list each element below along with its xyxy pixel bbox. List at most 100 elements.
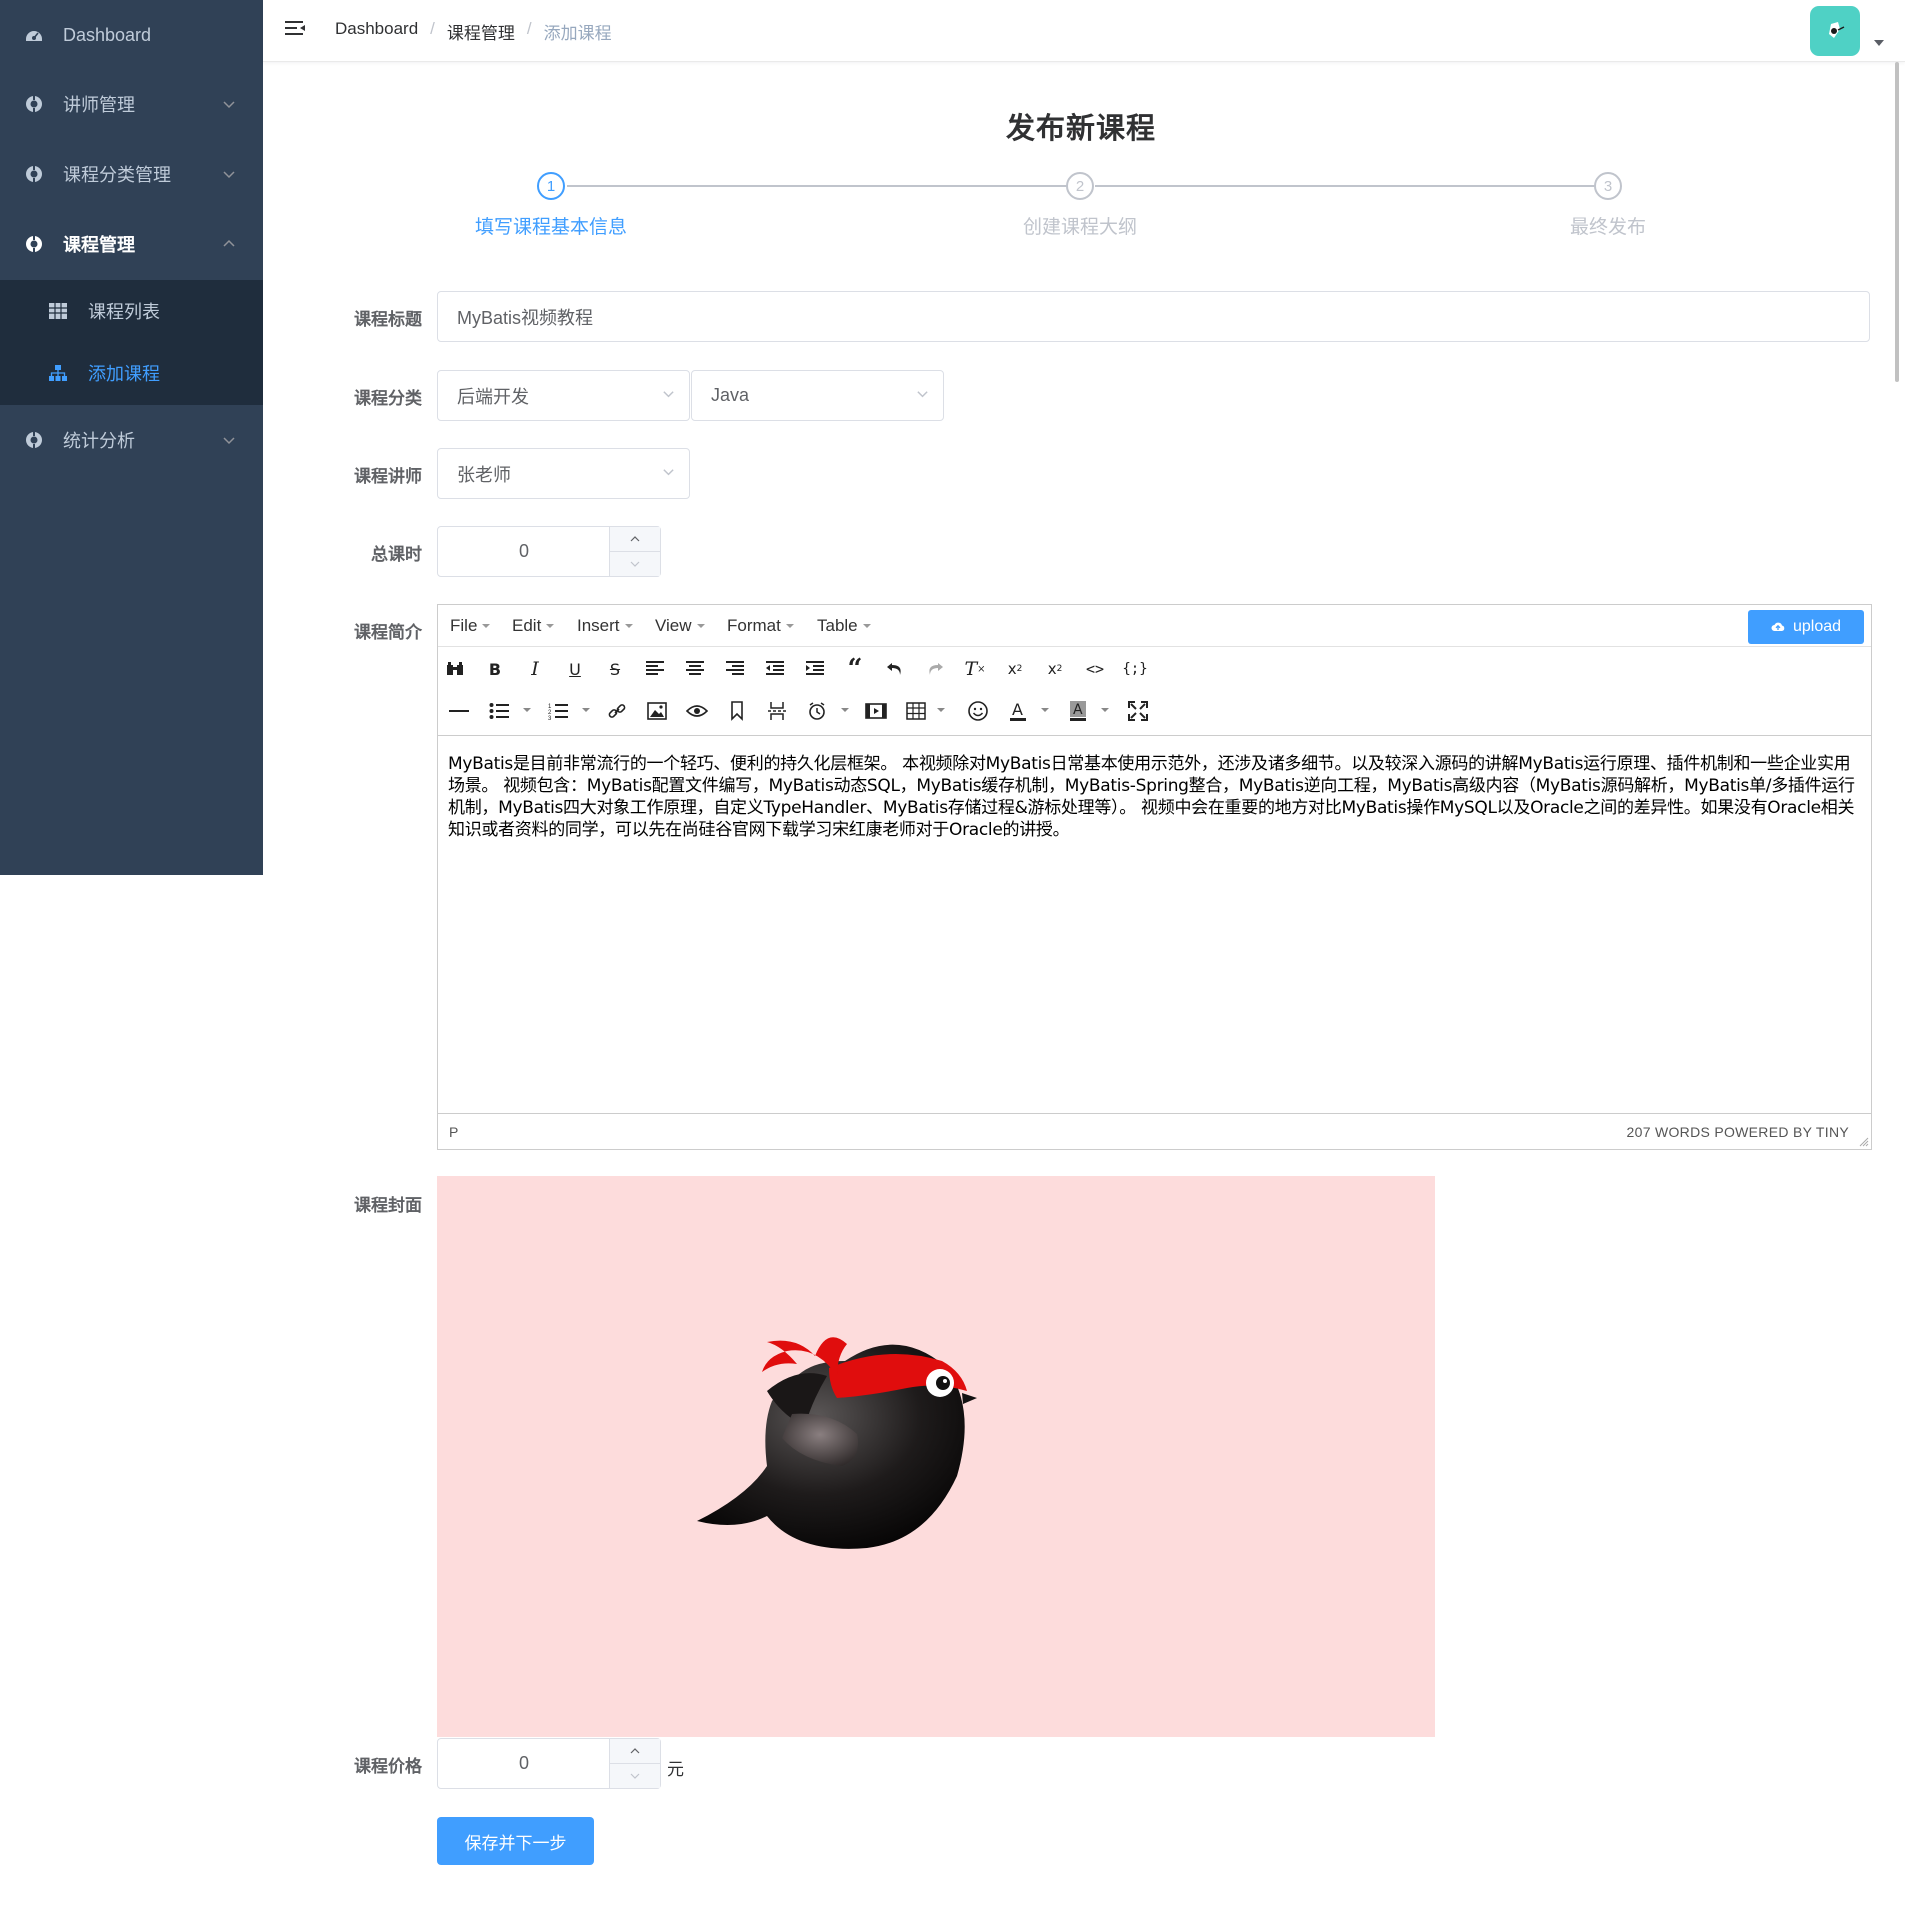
numbered-list-caret-icon[interactable] bbox=[582, 708, 590, 712]
strikethrough-icon[interactable]: S bbox=[602, 656, 628, 682]
align-left-icon[interactable] bbox=[642, 656, 668, 682]
table-insert-icon[interactable] bbox=[903, 698, 929, 724]
category-level2-select[interactable]: Java bbox=[691, 370, 944, 421]
sidebar-item-label: 讲师管理 bbox=[63, 95, 135, 115]
example-icon bbox=[26, 164, 42, 184]
code-sample-icon[interactable]: {;} bbox=[1122, 656, 1148, 682]
menu-file[interactable]: File bbox=[450, 616, 491, 636]
media-icon[interactable] bbox=[863, 698, 889, 724]
horizontal-rule-icon[interactable] bbox=[446, 698, 472, 724]
price-decrease-button[interactable] bbox=[609, 1763, 660, 1788]
ninja-bird-image bbox=[697, 1337, 977, 1549]
cover-label: 课程封面 bbox=[354, 1196, 422, 1215]
underline-icon[interactable]: U bbox=[562, 656, 588, 682]
background-color-caret-icon[interactable] bbox=[1101, 708, 1109, 712]
lessons-label: 总课时 bbox=[371, 545, 422, 564]
link-icon[interactable] bbox=[604, 698, 630, 724]
bookmark-icon[interactable] bbox=[724, 698, 750, 724]
word-count: 207 WORDS POWERED BY TINY bbox=[1626, 1124, 1849, 1140]
chevron-up-icon bbox=[223, 239, 235, 247]
upload-button[interactable]: upload bbox=[1748, 610, 1864, 644]
sidebar: Dashboard 讲师管理 课程分类管理 课程管理 课程列表 添加课程 统计分… bbox=[0, 0, 263, 875]
numbered-list-icon[interactable]: 123 bbox=[545, 698, 571, 724]
code-icon[interactable]: <> bbox=[1082, 656, 1108, 682]
example-icon bbox=[26, 430, 42, 450]
lessons-decrease-button[interactable] bbox=[609, 551, 660, 576]
lessons-increase-button[interactable] bbox=[609, 527, 660, 552]
editor-toolbar-row-1: B I U S “ T × x2 x2 <> {;} bbox=[438, 647, 1871, 689]
datetime-caret-icon[interactable] bbox=[841, 708, 849, 712]
breadcrumb-separator: / bbox=[430, 19, 435, 38]
insert-datetime-icon[interactable] bbox=[804, 698, 830, 724]
price-increase-button[interactable] bbox=[609, 1739, 660, 1764]
background-color-icon[interactable]: A bbox=[1065, 698, 1091, 724]
menu-view[interactable]: View bbox=[655, 616, 705, 636]
menu-edit[interactable]: Edit bbox=[512, 616, 555, 636]
superscript-icon[interactable]: x2 bbox=[1042, 656, 1068, 682]
step-1-label: 填写课程基本信息 bbox=[474, 217, 627, 238]
undo-icon[interactable] bbox=[882, 656, 908, 682]
text-color-caret-icon[interactable] bbox=[1041, 708, 1049, 712]
sidebar-item-add-course[interactable]: 添加课程 bbox=[0, 342, 263, 404]
editor-content[interactable]: MyBatis是目前非常流行的一个轻巧、便利的持久化层框架。 本视频除对MyBa… bbox=[438, 735, 1871, 1115]
search-replace-icon[interactable] bbox=[442, 656, 468, 682]
category-level1-select[interactable]: 后端开发 bbox=[437, 370, 690, 421]
page-scrollbar[interactable] bbox=[1895, 62, 1899, 382]
align-right-icon[interactable] bbox=[722, 656, 748, 682]
fullscreen-icon[interactable] bbox=[1125, 698, 1151, 724]
hamburger-icon[interactable] bbox=[283, 17, 307, 41]
sidebar-item-subject[interactable]: 课程分类管理 bbox=[0, 139, 263, 209]
lessons-input[interactable]: 0 bbox=[437, 526, 661, 577]
category-level1-value: 后端开发 bbox=[457, 386, 529, 407]
redo-icon[interactable] bbox=[922, 656, 948, 682]
breadcrumb-course[interactable]: 课程管理 bbox=[447, 19, 515, 44]
menu-format[interactable]: Format bbox=[727, 616, 794, 636]
price-input[interactable]: 0 bbox=[437, 1738, 661, 1789]
avatar[interactable] bbox=[1810, 6, 1860, 56]
image-icon[interactable] bbox=[644, 698, 670, 724]
sidebar-item-dashboard[interactable]: Dashboard bbox=[0, 0, 263, 70]
preview-icon[interactable] bbox=[684, 698, 710, 724]
italic-icon[interactable]: I bbox=[522, 656, 548, 682]
emoticons-icon[interactable] bbox=[965, 698, 991, 724]
clear-formatting-icon[interactable]: T × bbox=[962, 656, 988, 682]
chevron-down-icon bbox=[917, 390, 928, 397]
menu-table[interactable]: Table bbox=[817, 616, 871, 636]
bold-icon[interactable]: B bbox=[482, 656, 508, 682]
cloud-upload-icon bbox=[1771, 622, 1785, 631]
course-submenu: 课程列表 添加课程 bbox=[0, 280, 263, 405]
indent-icon[interactable] bbox=[802, 656, 828, 682]
align-center-icon[interactable] bbox=[682, 656, 708, 682]
subscript-icon[interactable]: x2 bbox=[1002, 656, 1028, 682]
navbar: Dashboard / 课程管理 / 添加课程 bbox=[263, 0, 1905, 62]
blockquote-icon[interactable]: “ bbox=[842, 654, 868, 684]
menu-label: Format bbox=[727, 616, 781, 635]
teacher-select[interactable]: 张老师 bbox=[437, 448, 690, 499]
sidebar-item-course-list[interactable]: 课程列表 bbox=[0, 280, 263, 342]
sidebar-item-teacher[interactable]: 讲师管理 bbox=[0, 69, 263, 139]
cover-upload[interactable] bbox=[437, 1176, 1435, 1737]
editor-statusbar: P 207 WORDS POWERED BY TINY bbox=[438, 1113, 1871, 1149]
caret-down-icon[interactable] bbox=[1874, 40, 1884, 46]
breadcrumb-dashboard[interactable]: Dashboard bbox=[335, 19, 418, 44]
save-next-button[interactable]: 保存并下一步 bbox=[437, 1817, 594, 1865]
resize-handle-icon[interactable] bbox=[1857, 1135, 1869, 1147]
sidebar-item-label: 统计分析 bbox=[63, 431, 135, 451]
page-break-icon[interactable] bbox=[764, 698, 790, 724]
sidebar-item-course[interactable]: 课程管理 bbox=[0, 209, 263, 279]
step-line bbox=[567, 185, 1068, 187]
menu-insert[interactable]: Insert bbox=[577, 616, 633, 636]
bullet-list-icon[interactable] bbox=[486, 698, 512, 724]
table-icon bbox=[49, 303, 67, 319]
text-color-icon[interactable]: A bbox=[1005, 698, 1031, 724]
title-input[interactable]: MyBatis视频教程 bbox=[437, 291, 1870, 342]
step-2-label: 创建课程大纲 bbox=[1022, 217, 1137, 238]
svg-text:A: A bbox=[1073, 702, 1083, 718]
step-1-icon: 1 bbox=[537, 172, 565, 200]
bullet-list-caret-icon[interactable] bbox=[523, 708, 531, 712]
element-path[interactable]: P bbox=[449, 1124, 458, 1140]
table-caret-icon[interactable] bbox=[937, 708, 945, 712]
sidebar-item-statistics[interactable]: 统计分析 bbox=[0, 405, 263, 475]
title-label: 课程标题 bbox=[354, 310, 422, 329]
outdent-icon[interactable] bbox=[762, 656, 788, 682]
